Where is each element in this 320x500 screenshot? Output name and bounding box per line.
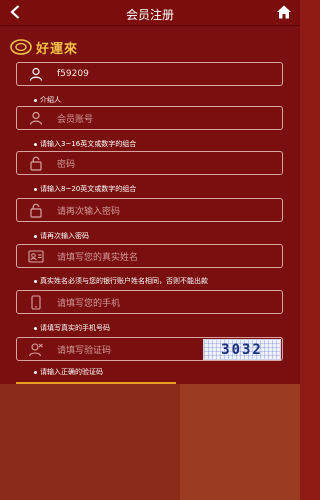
referrer-field[interactable]: f59209 <box>16 62 283 86</box>
password-placeholder: 密码 <box>57 159 76 170</box>
real-name-placeholder: 请填写您的真实姓名 <box>57 252 139 263</box>
lock-icon <box>25 201 47 219</box>
top-bar: 会员注册 <box>0 0 300 26</box>
registration-screen: 会员注册 好運來 f59209 介绍人 会员账号 请输入3~16英文或数字的组合… <box>0 0 300 500</box>
phone-icon <box>25 293 47 311</box>
password-input[interactable]: 密码 <box>16 151 283 175</box>
captcha-hint: 请输入正确的验证码 <box>34 367 103 377</box>
brand-name: 好運來 <box>36 41 79 57</box>
referrer-value: f59209 <box>57 69 89 79</box>
bottom-panel-left <box>0 384 180 500</box>
captcha-icon <box>25 340 47 358</box>
account-input[interactable]: 会员账号 <box>16 106 283 130</box>
user-icon <box>25 109 47 127</box>
phone-placeholder: 请填写您的手机 <box>57 298 121 309</box>
account-placeholder: 会员账号 <box>57 114 94 125</box>
phone-input[interactable]: 请填写您的手机 <box>16 290 283 314</box>
id-card-icon <box>25 247 47 265</box>
confirm-password-placeholder: 请再次输入密码 <box>57 206 121 217</box>
captcha-code: 3032 <box>221 341 263 358</box>
coin-emblem-icon <box>10 39 32 55</box>
account-hint: 请输入3~16英文或数字的组合 <box>34 139 136 149</box>
phone-hint: 请填写真实的手机号码 <box>34 323 110 333</box>
accent-bar <box>16 382 176 384</box>
real-name-hint: 真实姓名必须与您的银行账户姓名相同，否则不能出款 <box>34 276 208 286</box>
page-title: 会员注册 <box>125 8 174 22</box>
home-icon[interactable] <box>276 4 292 20</box>
brand-logo: 好運來 <box>10 36 78 58</box>
captcha-placeholder: 请填写验证码 <box>57 345 112 356</box>
password-hint: 请输入8~20英文或数字的组合 <box>34 184 136 194</box>
captcha-image[interactable]: 3032 <box>203 339 281 360</box>
user-icon <box>25 65 47 83</box>
confirm-password-hint: 请再次输入密码 <box>34 231 89 241</box>
referrer-hint: 介绍人 <box>34 95 61 105</box>
lock-icon <box>25 154 47 172</box>
confirm-password-input[interactable]: 请再次输入密码 <box>16 198 283 222</box>
real-name-input[interactable]: 请填写您的真实姓名 <box>16 244 283 268</box>
